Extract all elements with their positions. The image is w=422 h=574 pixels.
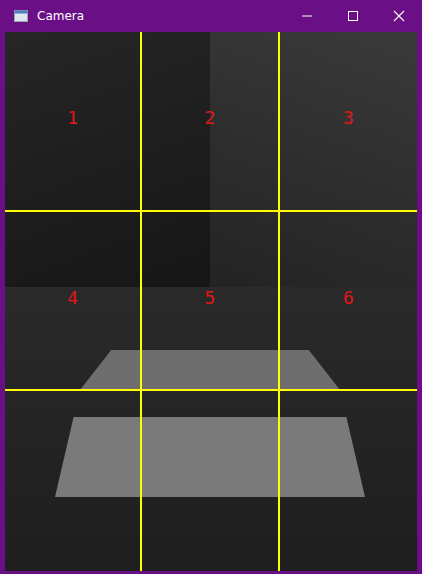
zone-number: 2 <box>201 105 220 130</box>
minimize-button[interactable] <box>284 0 330 32</box>
grid-zone: 3 <box>280 32 417 212</box>
close-button[interactable] <box>376 0 422 32</box>
grid-zone: 4 <box>5 212 142 392</box>
zone-number: 5 <box>201 285 220 310</box>
title-bar: Camera <box>5 0 417 32</box>
minimize-icon <box>301 10 313 22</box>
maximize-icon <box>347 10 359 22</box>
zone-number: 1 <box>63 105 82 130</box>
grid-zone: 6 <box>280 212 417 392</box>
zone-number: 4 <box>63 285 82 310</box>
zone-number: 6 <box>339 285 358 310</box>
close-icon <box>393 10 405 22</box>
grid-zone: 2 <box>142 32 279 212</box>
grid-zone <box>280 391 417 571</box>
grid-zone: 5 <box>142 212 279 392</box>
camera-view: 1 2 3 4 5 6 <box>5 32 417 571</box>
zone-grid: 1 2 3 4 5 6 <box>5 32 417 571</box>
grid-zone: 1 <box>5 32 142 212</box>
grid-zone <box>142 391 279 571</box>
maximize-button[interactable] <box>330 0 376 32</box>
window-icon <box>14 10 28 22</box>
zone-number: 3 <box>339 105 358 130</box>
grid-zone <box>5 391 142 571</box>
window-title: Camera <box>37 9 84 23</box>
camera-window: Camera 1 2 3 4 5 6 <box>0 0 422 574</box>
